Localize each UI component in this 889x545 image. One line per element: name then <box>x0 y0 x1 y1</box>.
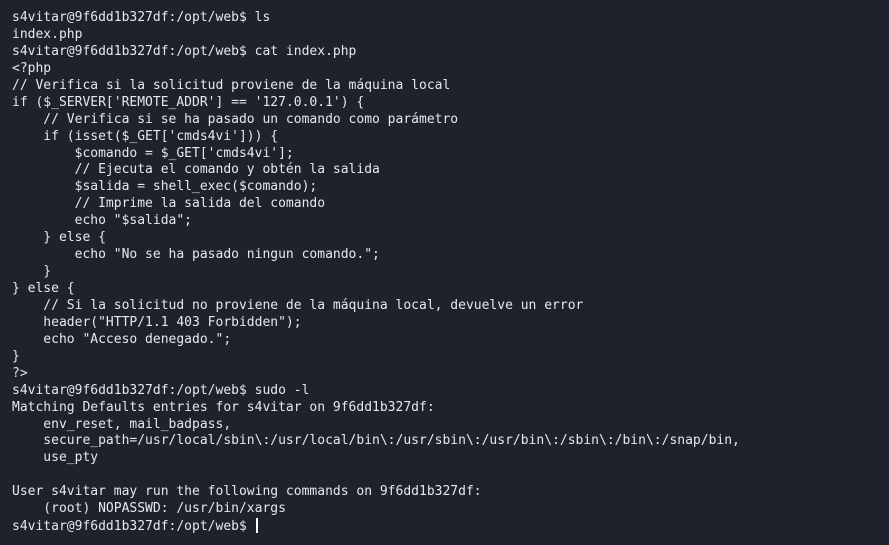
terminal-line: echo "No se ha pasado ningun comando."; <box>12 247 380 263</box>
terminal-line: (root) NOPASSWD: /usr/bin/xargs <box>12 501 286 517</box>
terminal-line: } else { <box>12 281 75 296</box>
terminal-line: ?> <box>12 365 28 381</box>
terminal-line: if ($_SERVER['REMOTE_ADDR'] == '127.0.0.… <box>12 94 365 110</box>
terminal-window[interactable]: s4vitar@9f6dd1b327df:/opt/web$ ls index.… <box>0 0 889 545</box>
terminal-line: s4vitar@9f6dd1b327df:/opt/web$ sudo -l <box>12 382 310 398</box>
terminal-line: echo "Acceso denegado."; <box>12 331 232 347</box>
terminal-line: $comando = $_GET['cmds4vi']; <box>12 145 294 161</box>
terminal-line: env_reset, mail_badpass, <box>12 416 232 432</box>
terminal-line: // Imprime la salida del comando <box>12 196 326 212</box>
terminal-line: use_pty <box>12 450 99 466</box>
terminal-line: $salida = shell_exec($comando); <box>12 179 318 195</box>
terminal-line: if (isset($_GET['cmds4vi'])) { <box>12 128 279 144</box>
text-cursor <box>255 518 258 534</box>
terminal-line: } <box>12 348 20 364</box>
terminal-line: header("HTTP/1.1 403 Forbidden"); <box>12 314 302 330</box>
terminal-line: // Si la solicitud no proviene de la máq… <box>12 297 584 313</box>
terminal-line: } else { <box>12 230 106 246</box>
terminal-line: index.php <box>12 26 83 42</box>
terminal-line: echo "$salida"; <box>12 213 193 229</box>
prompt-line[interactable]: s4vitar@9f6dd1b327df:/opt/web$ <box>12 518 889 535</box>
terminal-line: // Verifica si la solicitud proviene de … <box>12 77 451 93</box>
shell-prompt: s4vitar@9f6dd1b327df:/opt/web$ <box>12 519 255 535</box>
terminal-line: <?php <box>12 60 52 76</box>
terminal-line: // Verifica si se ha pasado un comando c… <box>12 111 459 127</box>
terminal-line: // Ejecuta el comando y obtén la salida <box>12 162 380 178</box>
terminal-line: Matching Defaults entries for s4vitar on… <box>12 399 435 415</box>
terminal-line: User s4vitar may run the following comma… <box>12 484 482 500</box>
terminal-line: } <box>12 264 52 280</box>
terminal-line: secure_path=/usr/local/sbin\:/usr/local/… <box>12 433 740 449</box>
terminal-line: s4vitar@9f6dd1b327df:/opt/web$ cat index… <box>12 43 357 59</box>
terminal-line: s4vitar@9f6dd1b327df:/opt/web$ ls <box>12 10 271 25</box>
